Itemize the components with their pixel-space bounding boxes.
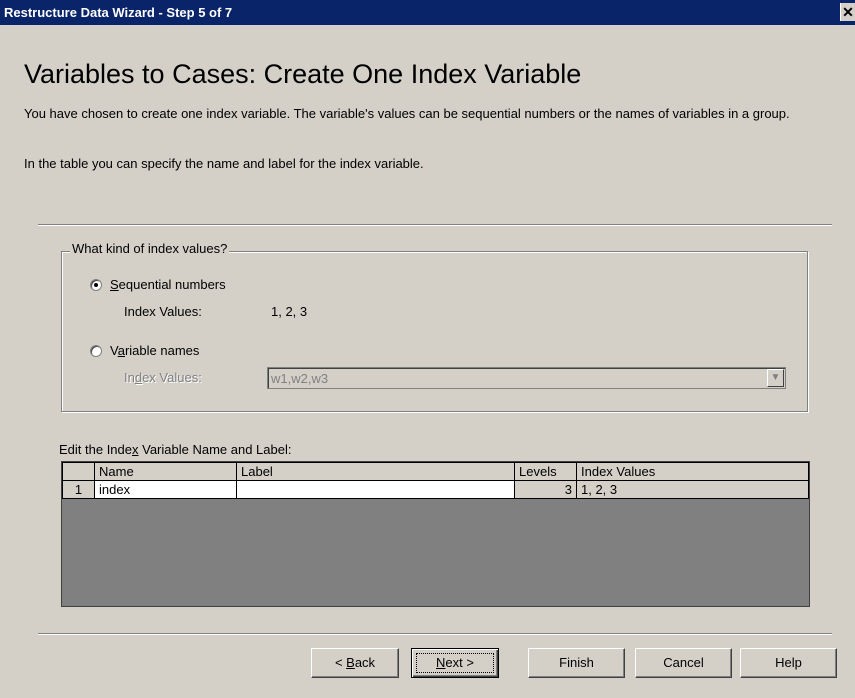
back-button[interactable]: < Back	[311, 648, 399, 678]
index-variable-table: Name Label Levels Index Values 1 index 3…	[61, 461, 810, 607]
help-button[interactable]: Help	[740, 648, 837, 678]
row-number: 1	[62, 480, 95, 499]
radio-selected-icon	[90, 279, 102, 291]
column-header-index-values[interactable]: Index Values	[576, 462, 809, 481]
next-button[interactable]: Next >	[411, 648, 499, 678]
index-kind-legend: What kind of index values?	[70, 241, 230, 257]
close-icon: ✕	[842, 4, 854, 20]
sequential-numbers-radio[interactable]: Sequential numbers	[90, 277, 226, 293]
name-cell[interactable]: index	[94, 480, 237, 499]
variable-names-radio[interactable]: Variable names	[90, 343, 199, 359]
title-bar: Restructure Data Wizard - Step 5 of 7 ✕	[0, 0, 855, 25]
column-header-rownum	[62, 462, 95, 481]
cancel-button[interactable]: Cancel	[635, 648, 732, 678]
page-title: Variables to Cases: Create One Index Var…	[24, 59, 582, 89]
column-header-name[interactable]: Name	[94, 462, 237, 481]
description-table-text: In the table you can specify the name an…	[24, 156, 424, 171]
chevron-down-icon[interactable]: ▼	[767, 369, 784, 387]
sequential-index-values: 1, 2, 3	[271, 304, 308, 319]
radio-unselected-icon	[90, 345, 102, 357]
index-values-cell: 1, 2, 3	[576, 480, 809, 499]
bottom-divider	[38, 633, 832, 635]
column-header-label[interactable]: Label	[236, 462, 515, 481]
column-header-levels[interactable]: Levels	[514, 462, 577, 481]
variable-names-label: Variable names	[110, 343, 200, 358]
description-text: You have chosen to create one index vari…	[24, 106, 790, 121]
table-row: 1 index 3 1, 2, 3	[62, 480, 809, 499]
window-title: Restructure Data Wizard - Step 5 of 7	[4, 5, 233, 20]
finish-button[interactable]: Finish	[528, 648, 625, 678]
table-label: Edit the Index Variable Name and Label:	[59, 442, 292, 457]
top-divider	[38, 224, 832, 226]
sequential-numbers-label: Sequential numbers	[110, 277, 226, 292]
variable-index-values-label: Index Values:	[124, 370, 202, 385]
close-button[interactable]: ✕	[840, 3, 855, 21]
table-header-row: Name Label Levels Index Values	[62, 462, 809, 481]
levels-cell: 3	[514, 480, 577, 499]
variable-group-combo[interactable]: w1,w2,w3 ▼	[267, 367, 786, 389]
sequential-index-values-label: Index Values:	[124, 304, 202, 319]
focus-rect	[416, 653, 494, 673]
label-cell[interactable]	[236, 480, 515, 499]
variable-group-combo-value: w1,w2,w3	[271, 371, 329, 386]
